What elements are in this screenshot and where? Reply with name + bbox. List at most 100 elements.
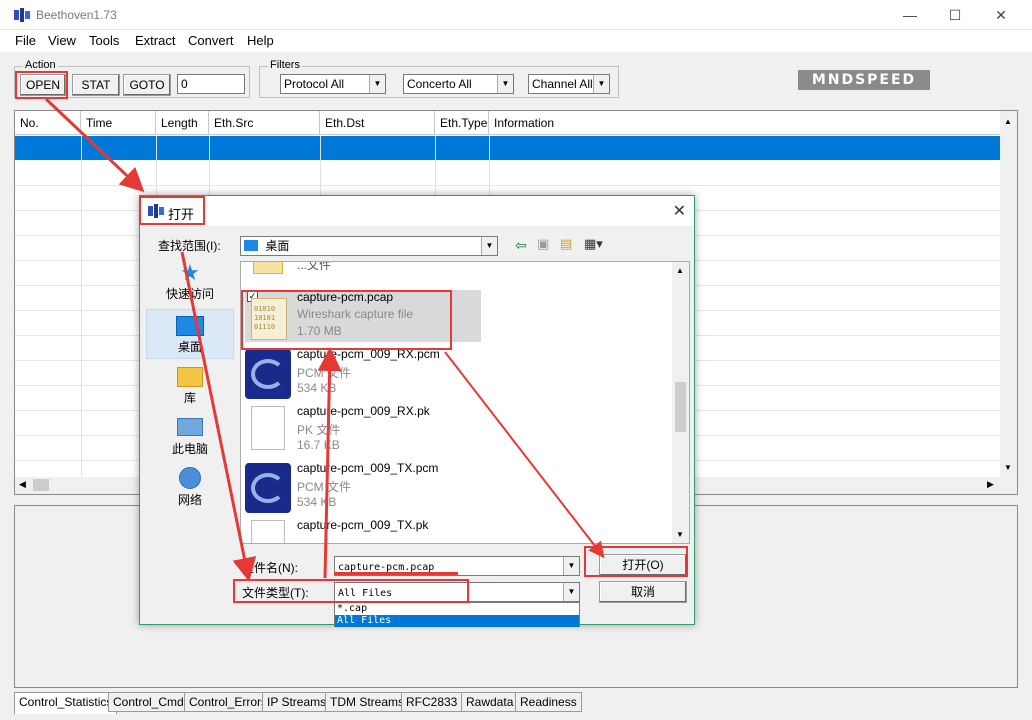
tab-tdm-streams[interactable]: TDM Streams (325, 692, 410, 712)
column-divider (81, 136, 82, 476)
open-button[interactable]: OPEN (20, 74, 66, 96)
file-size: 16.7 KB (297, 438, 340, 452)
file-type: PCM 文件 (297, 366, 352, 380)
globe-icon (179, 467, 201, 489)
file-list[interactable]: ...文件 ✓ 01010 10101 01110 capture-pcm.pcap… (240, 261, 690, 544)
maximize-button[interactable]: ☐ (935, 4, 975, 26)
filetype-dropdown-list[interactable]: *.cap All Files (334, 602, 580, 627)
place-label: 此电脑 (171, 442, 208, 456)
menu-file[interactable]: File (15, 33, 36, 48)
scroll-thumb[interactable] (675, 382, 686, 432)
goto-input[interactable]: 0 (177, 74, 245, 94)
app-icon (14, 8, 30, 22)
filename-label: 文件名(N): (242, 561, 298, 575)
scroll-up-icon[interactable]: ▲ (676, 266, 684, 275)
column-length[interactable]: Length (156, 111, 209, 135)
star-icon: ★ (180, 260, 200, 285)
tab-control-errors[interactable]: Control_Errors (184, 692, 273, 712)
look-in-select[interactable]: 桌面 ▼ (240, 236, 498, 256)
file-list-scrollbar[interactable]: ▲ ▼ (672, 262, 689, 543)
file-size: 534 KB (297, 495, 337, 509)
scroll-up-icon[interactable]: ▲ (1004, 117, 1012, 126)
file-name: capture-pcm_009_RX.pk (297, 404, 430, 418)
filetype-select[interactable]: All Files ▼ (334, 582, 580, 602)
menu-help[interactable]: Help (247, 33, 274, 48)
tab-control-cmds[interactable]: Control_Cmds (108, 692, 195, 712)
row-divider (15, 185, 1001, 186)
table-vertical-scrollbar[interactable]: ▲ ▼ (1000, 111, 1017, 477)
place-this-pc[interactable]: 此电脑 (146, 416, 234, 462)
tab-ip-streams[interactable]: IP Streams (262, 692, 332, 712)
tab-control-statistics[interactable]: Control_Statistics (14, 692, 118, 714)
annotation-underline-filename (334, 572, 458, 575)
menu-view[interactable]: View (48, 33, 76, 48)
file-item-rx-pk[interactable]: capture-pcm_009_RX.pk PK 文件 16.7 KB (245, 404, 545, 460)
place-label: 库 (183, 391, 196, 405)
tab-rfc2833[interactable]: RFC2833 (401, 692, 463, 712)
file-type: PK 文件 (297, 423, 341, 437)
column-eth-src[interactable]: Eth.Src (209, 111, 320, 135)
bottom-tab-bar: Control_Statistics Control_Cmds Control_… (14, 692, 1018, 714)
file-item-capture-pcm-pcap[interactable]: ✓ 01010 10101 01110 capture-pcm.pcap Wires… (245, 290, 481, 342)
file-name: capture-pcm_009_TX.pcm (297, 461, 439, 475)
pcm-file-icon (245, 463, 291, 513)
place-desktop[interactable]: 桌面 (146, 309, 234, 359)
title-bar: Beethoven1.73 — ☐ ✕ (0, 0, 1032, 30)
place-libraries[interactable]: 库 (146, 365, 234, 411)
scroll-down-icon[interactable]: ▼ (676, 530, 684, 539)
menu-bar: File View Tools Extract Convert Help (0, 30, 1032, 52)
close-button[interactable]: ✕ (981, 4, 1021, 26)
column-no[interactable]: No. (15, 111, 81, 135)
wireshark-file-icon: 01010 10101 01110 (251, 298, 287, 340)
view-menu-icon[interactable]: ▦▾ (584, 236, 603, 252)
menu-convert[interactable]: Convert (188, 33, 234, 48)
protocol-filter-value: Protocol All (284, 77, 345, 91)
filetype-value: All Files (338, 588, 393, 599)
document-file-icon (251, 406, 285, 450)
place-quick-access[interactable]: ★ 快速访问 (146, 261, 234, 307)
open-file-button[interactable]: 打开(O) (599, 554, 687, 576)
column-information[interactable]: Information (489, 111, 1001, 135)
file-item-tx-pk[interactable]: capture-pcm_009_TX.pk (245, 518, 545, 543)
channel-filter-select[interactable]: Channel All ▼ (528, 74, 610, 94)
file-name: capture-pcm.pcap (297, 290, 394, 304)
chevron-down-icon: ▼ (563, 557, 579, 575)
column-time[interactable]: Time (81, 111, 156, 135)
scroll-right-icon[interactable]: ▶ (987, 479, 994, 490)
scroll-thumb[interactable] (33, 479, 49, 491)
tab-readiness[interactable]: Readiness (515, 692, 582, 712)
dialog-close-icon[interactable]: ✕ (673, 201, 686, 221)
chevron-down-icon: ▼ (369, 75, 385, 93)
channel-filter-value: Channel All (532, 77, 593, 91)
filetype-option-selected[interactable]: All Files (335, 615, 579, 627)
file-item-tx-pcm[interactable]: capture-pcm_009_TX.pcm PCM 文件 534 KB (245, 461, 545, 517)
protocol-filter-select[interactable]: Protocol All ▼ (280, 74, 386, 94)
selected-table-row[interactable] (15, 136, 1001, 160)
up-folder-icon[interactable]: ▣ (537, 236, 549, 252)
scroll-left-icon[interactable]: ◀ (19, 479, 26, 490)
stat-button[interactable]: STAT (72, 74, 120, 96)
table-header: No. Time Length Eth.Src Eth.Dst Eth.Type… (15, 111, 1001, 135)
menu-tools[interactable]: Tools (89, 33, 119, 48)
new-folder-icon[interactable]: ▤ (560, 236, 572, 252)
filetype-option[interactable]: *.cap (335, 603, 579, 615)
minimize-button[interactable]: — (890, 4, 930, 26)
column-eth-type[interactable]: Eth.Type (435, 111, 489, 135)
window-title: Beethoven1.73 (36, 8, 117, 22)
places-bar: ★ 快速访问 桌面 库 此电脑 网络 (146, 261, 234, 551)
back-arrow-icon[interactable]: ⇦ (515, 237, 527, 254)
document-file-icon (251, 520, 285, 543)
pcm-file-icon (245, 349, 291, 399)
column-eth-dst[interactable]: Eth.Dst (320, 111, 435, 135)
cancel-button[interactable]: 取消 (599, 581, 687, 603)
place-label: 网络 (177, 493, 202, 507)
scroll-down-icon[interactable]: ▼ (1004, 463, 1012, 472)
goto-button[interactable]: GOTO (123, 74, 171, 96)
concerto-filter-select[interactable]: Concerto All ▼ (403, 74, 514, 94)
file-item-rx-pcm[interactable]: capture-pcm_009_RX.pcm PCM 文件 534 KB (245, 347, 545, 403)
place-label: 桌面 (177, 340, 202, 354)
library-icon (177, 367, 203, 387)
place-network[interactable]: 网络 (146, 467, 234, 513)
menu-extract[interactable]: Extract (135, 33, 175, 48)
tab-rawdata[interactable]: Rawdata (461, 692, 519, 712)
